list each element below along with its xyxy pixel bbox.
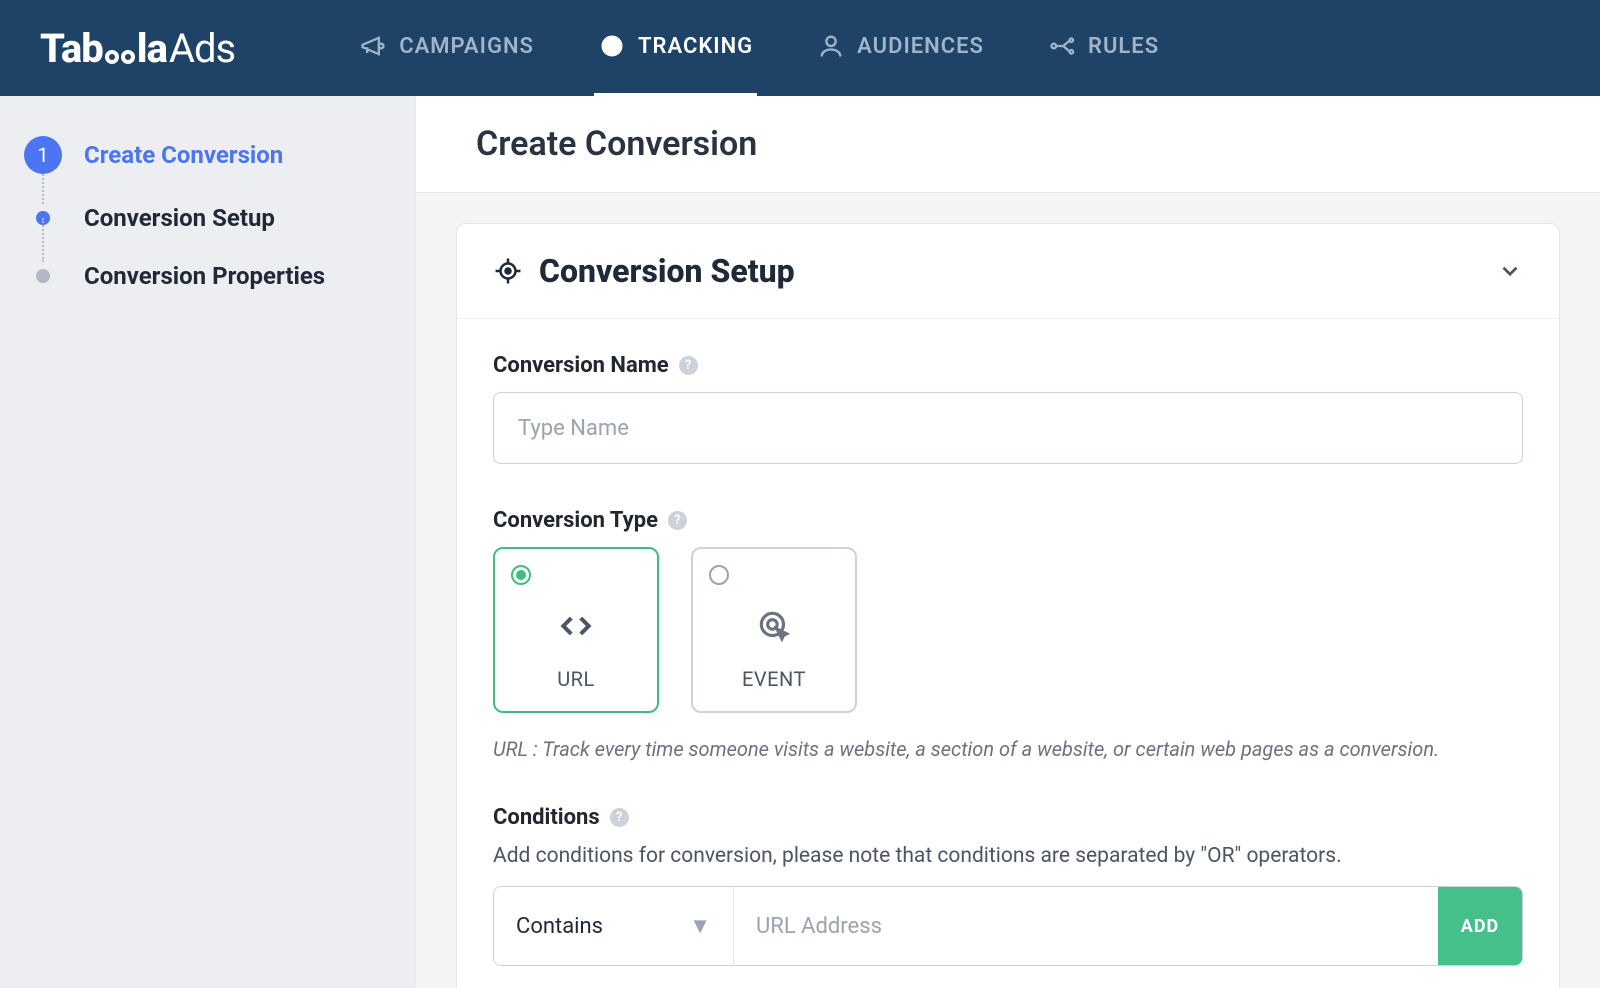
field-conversion-type: Conversion Type ? URL bbox=[493, 508, 1523, 761]
condition-operator-select[interactable]: Contains ▼ bbox=[494, 887, 734, 965]
conditions-description: Add conditions for conversion, please no… bbox=[493, 844, 1523, 868]
add-condition-button[interactable]: ADD bbox=[1438, 887, 1522, 965]
step-conversion-setup[interactable]: Conversion Setup bbox=[24, 204, 385, 232]
step-create-conversion[interactable]: 1 Create Conversion bbox=[24, 136, 385, 174]
nav-audiences[interactable]: AUDIENCES bbox=[813, 0, 988, 97]
wizard-sidebar: 1 Create Conversion Conversion Setup Con… bbox=[0, 96, 416, 988]
conversion-name-input[interactable] bbox=[493, 392, 1523, 464]
chevron-down-icon[interactable] bbox=[1497, 258, 1523, 284]
condition-value-input[interactable] bbox=[734, 887, 1438, 965]
step-label: Conversion Setup bbox=[84, 204, 275, 232]
type-label: EVENT bbox=[742, 667, 806, 691]
target-icon bbox=[598, 32, 626, 60]
person-icon bbox=[817, 32, 845, 60]
nav-campaigns[interactable]: CAMPAIGNS bbox=[355, 0, 538, 97]
brand-text-1: Tab bbox=[40, 25, 103, 72]
caret-down-icon: ▼ bbox=[689, 913, 711, 939]
nav-label: TRACKING bbox=[638, 34, 753, 59]
code-icon bbox=[557, 607, 595, 649]
field-label-text: Conditions bbox=[493, 805, 600, 830]
field-label-text: Conversion Name bbox=[493, 353, 669, 378]
type-option-url[interactable]: URL bbox=[493, 547, 659, 713]
nav-rules[interactable]: RULES bbox=[1044, 0, 1163, 97]
brand-logo: Tab la Ads bbox=[40, 25, 235, 72]
help-icon[interactable]: ? bbox=[679, 356, 698, 375]
page-title: Create Conversion bbox=[416, 96, 1600, 193]
select-value: Contains bbox=[516, 914, 603, 939]
field-label-text: Conversion Type bbox=[493, 508, 658, 533]
brand-text-2: la bbox=[137, 25, 167, 72]
step-number: 1 bbox=[24, 136, 62, 174]
help-icon[interactable]: ? bbox=[668, 511, 687, 530]
megaphone-icon bbox=[359, 32, 387, 60]
brand-sub: Ads bbox=[169, 25, 235, 72]
step-dot bbox=[36, 269, 50, 283]
click-icon bbox=[755, 607, 793, 649]
card-header[interactable]: Conversion Setup bbox=[457, 224, 1559, 319]
radio-icon bbox=[511, 565, 531, 585]
branch-icon bbox=[1048, 32, 1076, 60]
help-icon[interactable]: ? bbox=[610, 808, 629, 827]
type-hint: URL : Track every time someone visits a … bbox=[493, 737, 1523, 761]
step-conversion-properties[interactable]: Conversion Properties bbox=[24, 262, 385, 290]
field-conditions: Conditions ? Add conditions for conversi… bbox=[493, 805, 1523, 966]
card-heading: Conversion Setup bbox=[539, 252, 795, 290]
radio-icon bbox=[709, 565, 729, 585]
type-label: URL bbox=[557, 667, 595, 691]
type-option-event[interactable]: EVENT bbox=[691, 547, 857, 713]
nav-label: AUDIENCES bbox=[857, 34, 984, 59]
brand-oo-icon bbox=[105, 50, 135, 64]
conversion-setup-card: Conversion Setup Conversion Name ? Conve… bbox=[456, 223, 1560, 988]
step-label: Create Conversion bbox=[84, 141, 283, 169]
nav-label: RULES bbox=[1088, 34, 1159, 59]
top-nav: Tab la Ads CAMPAIGNS TRACKING AUDIENCES … bbox=[0, 0, 1600, 96]
nav-label: CAMPAIGNS bbox=[399, 34, 534, 59]
step-label: Conversion Properties bbox=[84, 262, 325, 290]
field-conversion-name: Conversion Name ? bbox=[493, 353, 1523, 464]
condition-row: Contains ▼ ADD bbox=[493, 886, 1523, 966]
main-content: Create Conversion Conversion Setup Conve… bbox=[416, 96, 1600, 988]
nav-tracking[interactable]: TRACKING bbox=[594, 0, 757, 97]
crosshair-icon bbox=[493, 256, 523, 286]
